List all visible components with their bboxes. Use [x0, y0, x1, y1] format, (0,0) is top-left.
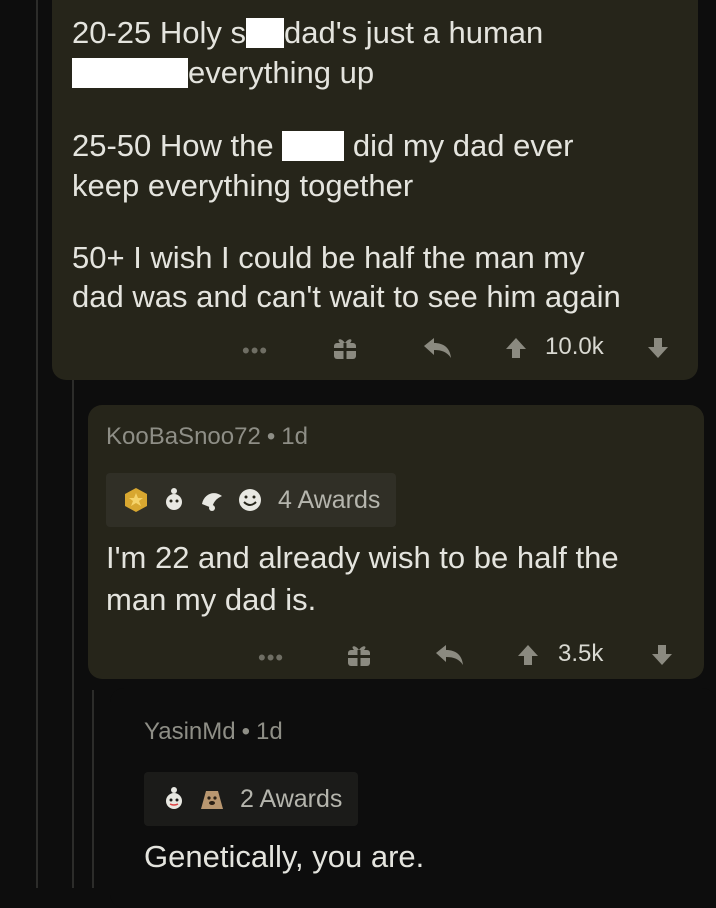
snoo-award-icon: [166, 488, 182, 510]
awards-count: 4 Awards: [278, 485, 381, 514]
comment-actions: ••• 10.0k: [242, 333, 682, 378]
vote-score: 10.0k: [545, 333, 604, 360]
meta-separator: •: [266, 423, 276, 450]
thread-line[interactable]: [36, 0, 38, 888]
comment-body-line: everything up: [72, 54, 374, 92]
downvote-icon[interactable]: [646, 336, 670, 360]
comment-body-line: 20-25 Holy s dad's just a human: [72, 15, 544, 50]
redaction-box: [246, 18, 285, 48]
comment-body-line: keep everything together: [72, 168, 414, 203]
downvote-icon[interactable]: [650, 643, 674, 667]
more-options-button[interactable]: •••: [258, 645, 284, 671]
comment-age: 1d: [256, 718, 283, 745]
awards-count: 2 Awards: [240, 784, 343, 813]
more-options-button[interactable]: •••: [242, 338, 268, 364]
gold-award-icon: [125, 488, 147, 512]
awards-bar[interactable]: 4 Awards: [106, 473, 397, 527]
awards-bar[interactable]: 2 Awards: [144, 772, 359, 826]
gift-award-icon[interactable]: [332, 335, 358, 361]
username[interactable]: KooBaSnoo72: [106, 423, 261, 450]
comment-body-line: I'm 22 and already wish to be half the: [106, 540, 619, 575]
comment-age: 1d: [281, 423, 308, 450]
comment-body-line: 25-50 How the did my dad ever: [72, 128, 574, 163]
username[interactable]: YasinMd: [144, 718, 236, 745]
thread-line[interactable]: [92, 690, 94, 888]
upvote-icon[interactable]: [516, 643, 540, 667]
comment-card: 20-25 Holy s dad's just a human everythin…: [52, 0, 698, 380]
vote-score: 3.5k: [558, 640, 604, 667]
comment-card: YasinMd • 1d 2 Awards Genetically, you are…: [110, 688, 716, 908]
meta-separator: •: [241, 718, 250, 745]
comment-body-line: man my dad is.: [106, 582, 317, 617]
upvote-icon[interactable]: [504, 336, 528, 360]
gift-award-icon[interactable]: [346, 642, 372, 668]
thread-line[interactable]: [72, 380, 74, 888]
comment-body-line: 50+ I wish I could be half the man my: [72, 240, 585, 275]
comment-card: KooBaSnoo72 • 1d 4 Awards I'm 22 and alrea…: [88, 405, 704, 679]
bear-award-icon: [201, 791, 223, 809]
comment-body-line: Genetically, you are.: [144, 839, 425, 874]
wholesome-award-icon: [202, 493, 222, 511]
reply-icon[interactable]: [422, 336, 454, 362]
redaction-box: [282, 131, 345, 161]
reply-icon[interactable]: [434, 643, 466, 669]
comment-actions: ••• 3.5k: [258, 640, 698, 685]
snoo-award-icon: [166, 787, 182, 809]
comment-meta: KooBaSnoo72 • 1d: [106, 423, 308, 451]
redaction-box: [72, 58, 188, 88]
comment-meta: YasinMd • 1d: [144, 718, 283, 746]
comment-body-line: dad was and can't wait to see him again: [72, 279, 621, 314]
smile-award-icon: [239, 489, 261, 511]
